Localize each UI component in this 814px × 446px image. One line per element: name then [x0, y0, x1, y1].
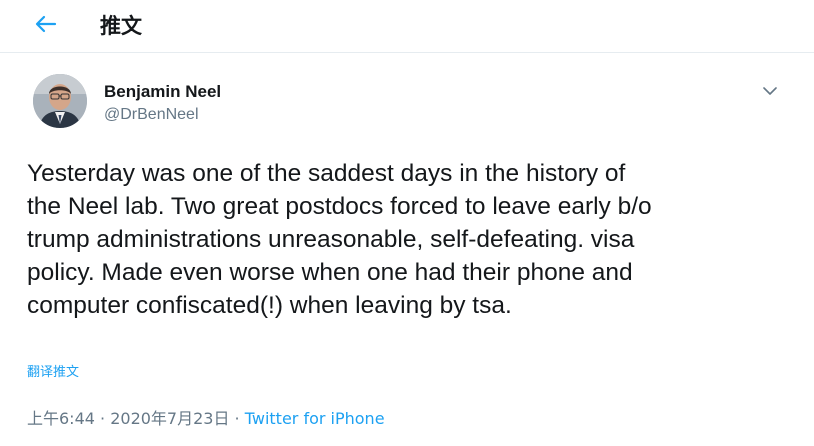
top-bar: 推文 [0, 0, 814, 53]
tweet-page: 推文 Benjamin Neel @DrBenNeel Yesterday wa… [0, 0, 814, 446]
tweet-meta: 上午6:44 · 2020年7月23日 · Twitter for iPhone [27, 405, 385, 429]
avatar[interactable] [33, 74, 87, 128]
tweet-text-line: trump administrations unreasonable, self… [27, 226, 635, 253]
author-name[interactable]: Benjamin Neel [104, 82, 221, 102]
tweet-text-line: the Neel lab. Two great postdocs forced … [27, 193, 652, 220]
meta-separator: · [229, 409, 245, 428]
tweet-text-line: Yesterday was one of the saddest days in… [27, 160, 626, 187]
tweet-source[interactable]: Twitter for iPhone [245, 409, 385, 428]
meta-separator: · [94, 409, 111, 428]
back-button[interactable] [28, 6, 64, 42]
arrow-left-icon [35, 15, 57, 33]
tweet-date[interactable]: 2020年7月23日 [110, 409, 229, 428]
tweet-text: Yesterday was one of the saddest days in… [27, 157, 787, 322]
more-options-button[interactable] [758, 79, 782, 103]
translate-tweet-link[interactable]: 翻译推文 [27, 361, 79, 380]
avatar-portrait-icon [33, 74, 87, 128]
author-handle[interactable]: @DrBenNeel [104, 106, 199, 124]
tweet-text-line: computer confiscated(!) when leaving by … [27, 292, 512, 319]
page-title: 推文 [100, 14, 142, 38]
tweet: Benjamin Neel @DrBenNeel Yesterday was o… [0, 53, 814, 446]
tweet-text-line: policy. Made even worse when one had the… [27, 259, 633, 286]
tweet-time[interactable]: 上午6:44 [27, 409, 95, 428]
chevron-down-icon [763, 86, 777, 95]
